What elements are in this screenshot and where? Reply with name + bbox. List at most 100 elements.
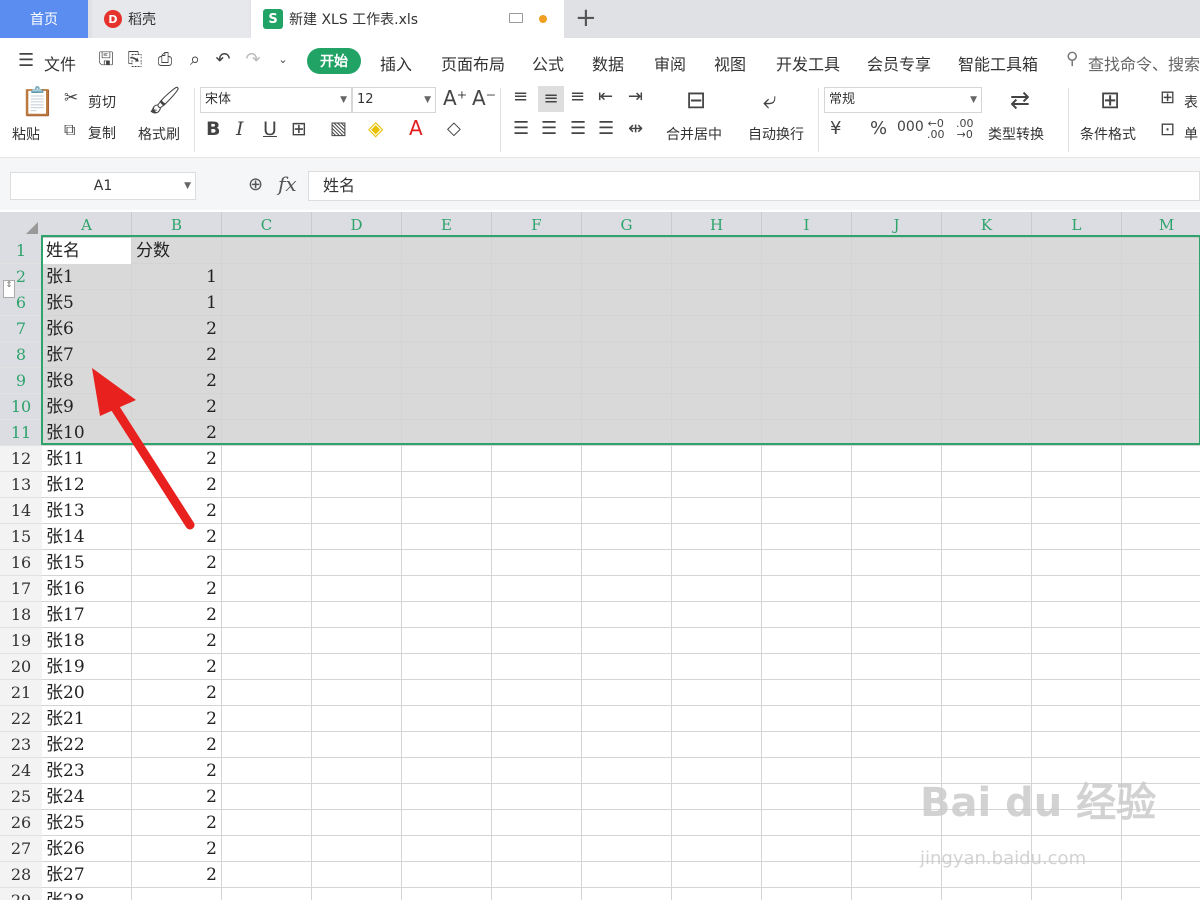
search-icon[interactable]: ⚲ xyxy=(1066,49,1078,69)
cell-name[interactable]: 张1 xyxy=(42,264,132,290)
cell[interactable] xyxy=(402,758,492,784)
cell[interactable] xyxy=(492,758,582,784)
cell[interactable] xyxy=(582,836,672,862)
cell[interactable] xyxy=(402,732,492,758)
cell[interactable] xyxy=(492,784,582,810)
cell[interactable] xyxy=(1122,862,1200,888)
cell[interactable] xyxy=(1032,654,1122,680)
cell[interactable] xyxy=(852,706,942,732)
cell-score[interactable]: 2 xyxy=(132,706,222,732)
cell[interactable] xyxy=(492,628,582,654)
cell[interactable] xyxy=(1122,290,1200,316)
cell[interactable] xyxy=(402,472,492,498)
cell[interactable] xyxy=(762,602,852,628)
row-header[interactable]: 19 xyxy=(0,628,42,654)
cell[interactable] xyxy=(942,368,1032,394)
cell[interactable] xyxy=(1032,628,1122,654)
tab-file[interactable]: S 新建 XLS 工作表.xls xyxy=(251,0,564,38)
cell[interactable] xyxy=(312,446,402,472)
cell[interactable] xyxy=(582,784,672,810)
cell[interactable] xyxy=(852,342,942,368)
cell[interactable] xyxy=(312,784,402,810)
align-right-icon[interactable]: ☰ xyxy=(570,120,586,138)
percent-icon[interactable]: % xyxy=(870,120,887,138)
copy-icon[interactable]: ⧉ xyxy=(64,122,75,138)
cell-score[interactable]: 2 xyxy=(132,732,222,758)
cell[interactable] xyxy=(1032,576,1122,602)
cell[interactable] xyxy=(942,524,1032,550)
cell[interactable] xyxy=(582,732,672,758)
cell[interactable] xyxy=(492,290,582,316)
cell[interactable] xyxy=(1122,576,1200,602)
cell[interactable] xyxy=(762,654,852,680)
cell-name[interactable]: 姓名 xyxy=(42,238,132,264)
cell[interactable] xyxy=(852,524,942,550)
cell[interactable] xyxy=(492,654,582,680)
row-header[interactable]: 29 xyxy=(0,888,42,900)
cell[interactable] xyxy=(582,680,672,706)
cell[interactable] xyxy=(672,316,762,342)
cell[interactable] xyxy=(942,732,1032,758)
cell[interactable] xyxy=(312,550,402,576)
cell[interactable] xyxy=(222,342,312,368)
cell[interactable] xyxy=(222,576,312,602)
formula-input[interactable]: 姓名 xyxy=(308,171,1200,201)
cell[interactable] xyxy=(942,420,1032,446)
cell[interactable] xyxy=(312,862,402,888)
row-header[interactable]: 24 xyxy=(0,758,42,784)
cell[interactable] xyxy=(312,498,402,524)
zoom-icon[interactable]: ⊕ xyxy=(248,176,263,194)
cell-button[interactable]: 单 xyxy=(1184,124,1198,144)
cell[interactable] xyxy=(492,862,582,888)
table-style-button[interactable]: 表 xyxy=(1184,92,1198,112)
cell[interactable] xyxy=(672,602,762,628)
cell[interactable] xyxy=(852,394,942,420)
cell[interactable] xyxy=(312,290,402,316)
cell[interactable] xyxy=(312,368,402,394)
fx-icon[interactable]: fx xyxy=(278,174,297,194)
cell[interactable] xyxy=(762,264,852,290)
cell[interactable] xyxy=(1122,628,1200,654)
cell[interactable] xyxy=(762,888,852,900)
cell[interactable] xyxy=(672,888,762,900)
cell-name[interactable]: 张24 xyxy=(42,784,132,810)
cell[interactable] xyxy=(402,264,492,290)
cell[interactable] xyxy=(222,524,312,550)
cell[interactable] xyxy=(1032,472,1122,498)
row-header[interactable]: 26 xyxy=(0,810,42,836)
cell[interactable] xyxy=(222,394,312,420)
cell[interactable] xyxy=(672,342,762,368)
cell[interactable] xyxy=(852,264,942,290)
cell[interactable] xyxy=(942,654,1032,680)
cell-score[interactable]: 2 xyxy=(132,576,222,602)
cell[interactable] xyxy=(762,524,852,550)
cell[interactable] xyxy=(942,680,1032,706)
cell[interactable] xyxy=(582,706,672,732)
cell[interactable] xyxy=(582,862,672,888)
increase-font-icon[interactable]: A⁺ xyxy=(443,88,467,108)
column-header[interactable]: G xyxy=(582,212,672,238)
cell[interactable] xyxy=(582,394,672,420)
cell[interactable] xyxy=(762,446,852,472)
cell[interactable] xyxy=(582,576,672,602)
cell-name[interactable]: 张17 xyxy=(42,602,132,628)
cell[interactable] xyxy=(312,472,402,498)
cell[interactable] xyxy=(672,706,762,732)
cell[interactable] xyxy=(852,316,942,342)
cell[interactable] xyxy=(852,576,942,602)
cell[interactable] xyxy=(402,342,492,368)
table-style-icon[interactable]: ⊞ xyxy=(1160,89,1175,107)
cell[interactable] xyxy=(492,342,582,368)
italic-icon[interactable]: I xyxy=(236,120,244,139)
cell-name[interactable]: 张26 xyxy=(42,836,132,862)
cell[interactable] xyxy=(312,602,402,628)
cell[interactable] xyxy=(852,290,942,316)
cell[interactable] xyxy=(492,446,582,472)
cell[interactable] xyxy=(492,602,582,628)
cell-name[interactable]: 张25 xyxy=(42,810,132,836)
border-icon[interactable]: ⊞ xyxy=(291,120,307,139)
cell[interactable] xyxy=(942,238,1032,264)
cell-score[interactable]: 2 xyxy=(132,784,222,810)
cell[interactable] xyxy=(312,342,402,368)
cell[interactable] xyxy=(1032,238,1122,264)
